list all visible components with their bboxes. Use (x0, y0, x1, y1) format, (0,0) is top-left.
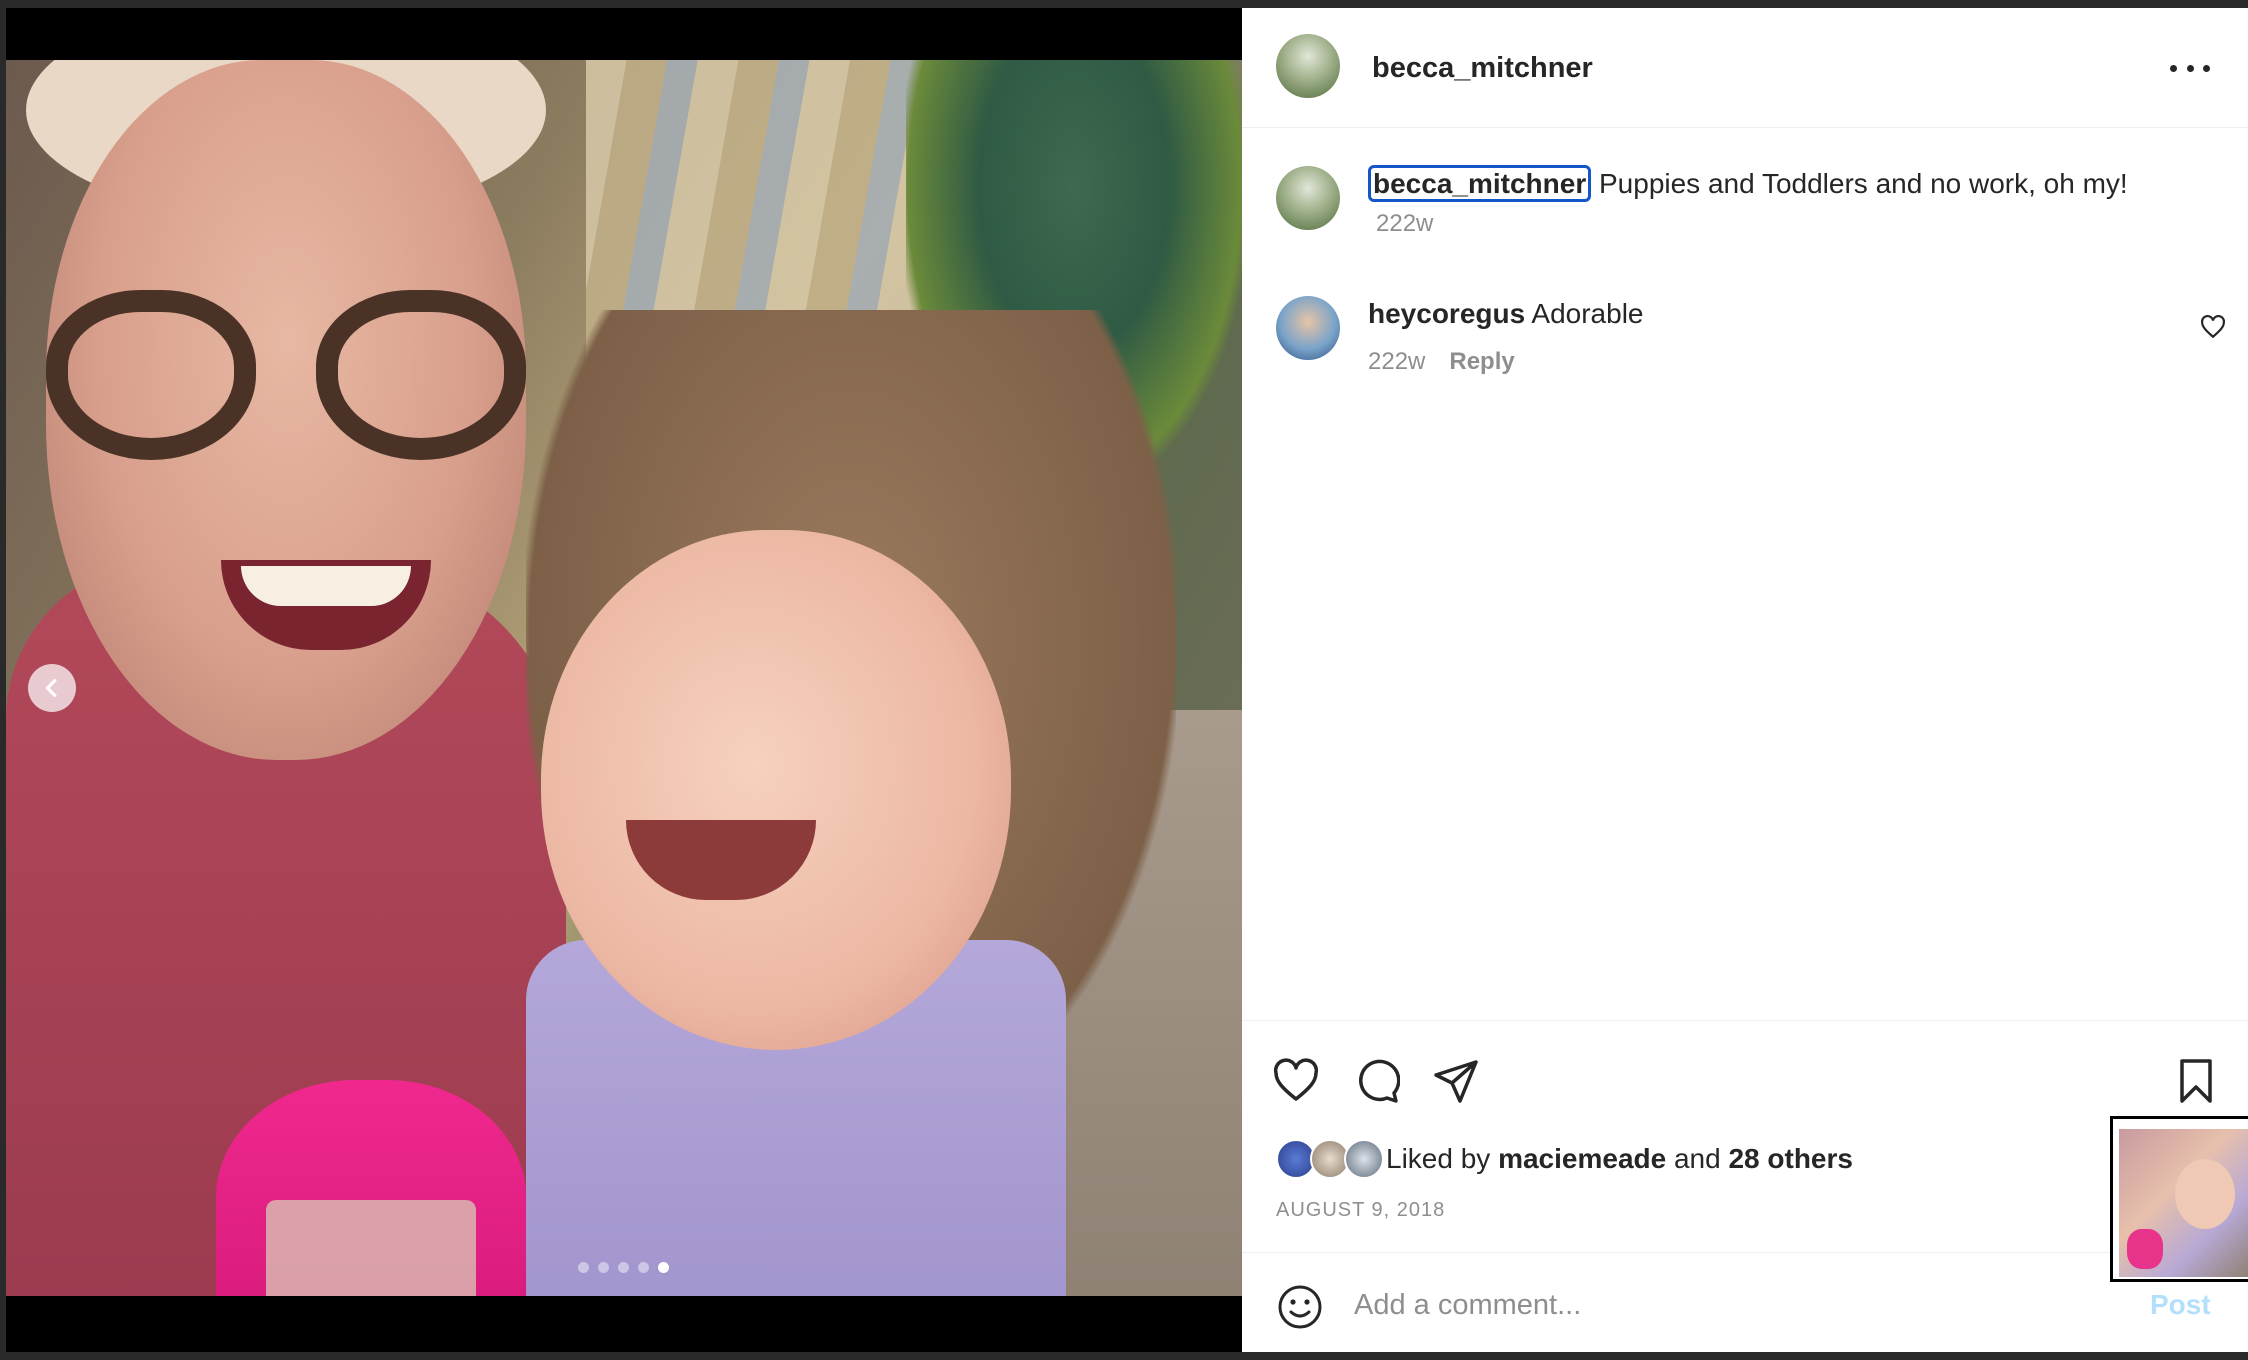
comment-timestamp[interactable]: 222w (1368, 348, 1425, 376)
bookmark-icon[interactable] (2172, 1057, 2220, 1105)
likes-text: Liked by maciemeade and 28 others (1386, 1143, 1853, 1175)
comment-reply-button[interactable]: Reply (1449, 348, 1514, 376)
send-icon[interactable] (1432, 1057, 1480, 1105)
heart-icon[interactable] (1272, 1057, 1320, 1105)
likes-conjunction: and (1673, 1143, 1721, 1174)
comment-text: heycoregus Adorable (1368, 298, 1644, 330)
carousel-dot (598, 1262, 609, 1273)
likes-prefix: Liked by (1386, 1143, 1491, 1174)
carousel-dot (638, 1262, 649, 1273)
comment-item: heycoregus Adorable 222w Reply (1276, 288, 2225, 388)
add-comment-bar: Post (1242, 1252, 2248, 1352)
comment-input[interactable] (1354, 1279, 2114, 1331)
post-photo (6, 60, 1242, 1296)
likes-others-link[interactable]: 28 others (1728, 1143, 1853, 1174)
thumbnail-image (2119, 1129, 2248, 1277)
caption-timestamp[interactable]: 222w (1376, 210, 1433, 238)
chevron-left-icon (45, 679, 57, 697)
caption-text: becca_mitchner Puppies and Toddlers and … (1368, 165, 2128, 202)
caption-body: Puppies and Toddlers and no work, oh my! (1599, 168, 2128, 199)
caption-username-link[interactable]: becca_mitchner (1368, 165, 1592, 202)
post-details-panel: becca_mitchner becca_mitchner Puppies an… (1242, 8, 2248, 1352)
liker-username[interactable]: maciemeade (1498, 1143, 1666, 1174)
picture-in-picture-thumbnail[interactable] (2110, 1116, 2248, 1282)
comment-meta: 222w Reply (1368, 348, 1515, 376)
carousel-dot (618, 1262, 629, 1273)
post-actions: Liked by maciemeade and 28 others AUGUST… (1242, 1020, 2248, 1252)
liker-avatars[interactable] (1276, 1139, 1386, 1179)
post-media (6, 8, 1242, 1352)
carousel-dot (578, 1262, 589, 1273)
post-date[interactable]: AUGUST 9, 2018 (1276, 1199, 1445, 1222)
caption-avatar[interactable] (1276, 166, 1340, 230)
author-avatar[interactable] (1276, 34, 1340, 98)
emoji-icon[interactable] (1276, 1283, 1324, 1331)
carousel-dot-active (658, 1262, 669, 1273)
post-header: becca_mitchner (1242, 8, 2248, 128)
post-comment-button[interactable]: Post (2150, 1289, 2211, 1321)
comment-like-icon[interactable] (2200, 314, 2226, 340)
carousel-indicator (578, 1262, 669, 1273)
commenter-avatar[interactable] (1276, 296, 1340, 360)
more-options-icon[interactable] (2170, 60, 2210, 76)
author-username[interactable]: becca_mitchner (1372, 52, 1593, 85)
likes-summary: Liked by maciemeade and 28 others (1276, 1137, 1853, 1181)
previous-image-button[interactable] (28, 664, 76, 712)
comment-body: Adorable (1531, 298, 1644, 329)
commenter-username[interactable]: heycoregus (1368, 298, 1525, 329)
comment-icon[interactable] (1352, 1057, 1401, 1105)
